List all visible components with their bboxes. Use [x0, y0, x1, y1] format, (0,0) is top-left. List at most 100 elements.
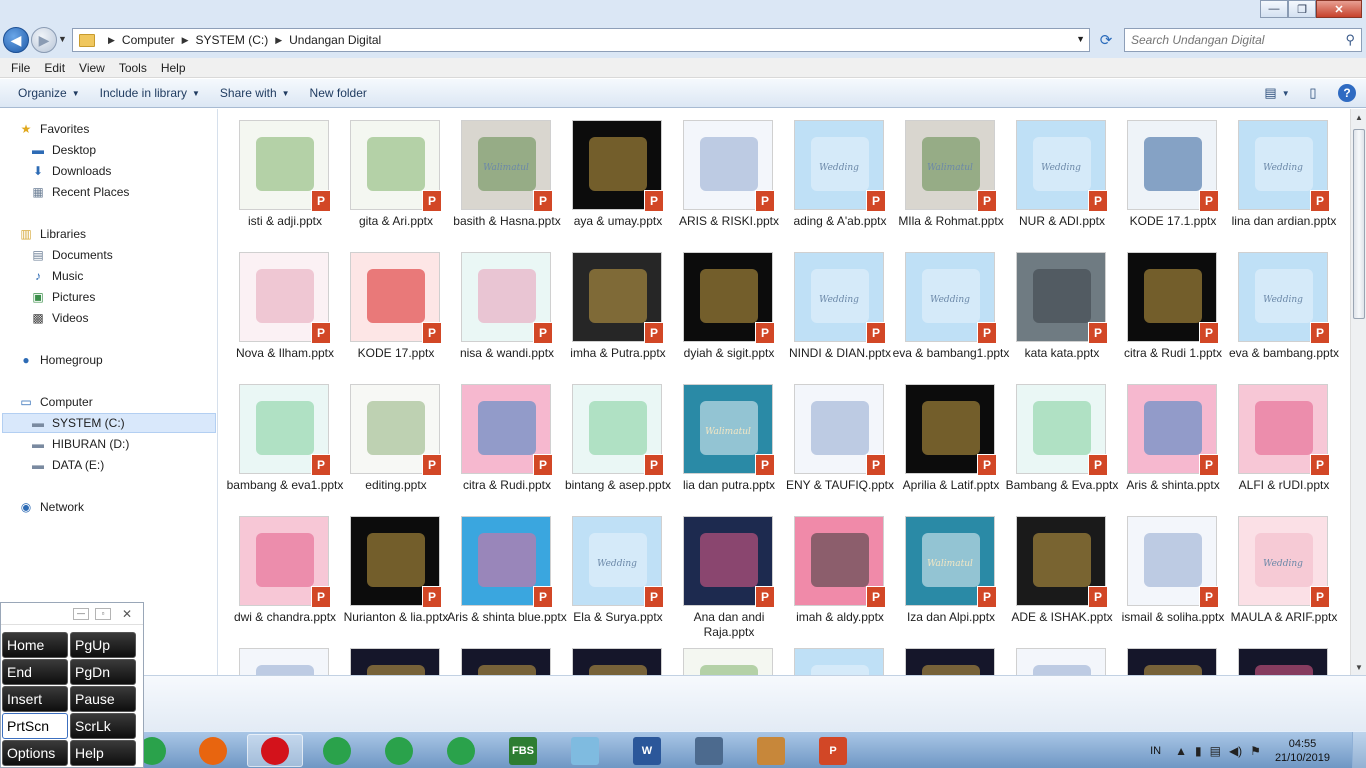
file-item[interactable]: Pbintang & asep.pptx [556, 374, 671, 502]
scroll-up-icon[interactable]: ▲ [1351, 109, 1366, 125]
network-tray-icon[interactable]: ▤ [1210, 744, 1221, 758]
nav-computer[interactable]: ▭ Computer [18, 392, 92, 412]
file-item[interactable]: P ADE & ISHAK.pptx [1000, 506, 1113, 634]
menu-tools[interactable]: Tools [112, 61, 154, 75]
scrollbar-thumb[interactable] [1353, 129, 1365, 319]
file-item[interactable]: P [1222, 638, 1328, 675]
forward-button[interactable]: ▶ [31, 27, 57, 53]
menu-file[interactable]: File [4, 61, 37, 75]
osk-key-home[interactable]: Home [2, 632, 68, 658]
file-item[interactable]: Pcitra & Rudi 1.pptx [1111, 242, 1222, 370]
close-button[interactable]: ✕ [1316, 0, 1362, 18]
osk-maximize-button[interactable]: ▫ [95, 607, 111, 620]
taskbar-app-button[interactable] [309, 734, 365, 767]
nav-network[interactable]: ◉ Network [18, 497, 84, 517]
osk-key-help[interactable]: Help [70, 740, 136, 766]
nav-music[interactable]: ♪ Music [30, 266, 83, 286]
search-input[interactable] [1131, 33, 1331, 47]
file-item[interactable]: Wedding P Ela & Surya.pptx [556, 506, 664, 634]
nav-data-drive[interactable]: ▬ DATA (E:) [30, 455, 104, 475]
file-item[interactable]: Pdwi & chandra.pptx [223, 506, 336, 634]
view-options-button[interactable]: ▤ ▼ [1264, 82, 1289, 104]
file-item[interactable]: P Aris & shinta blue.pptx [445, 506, 567, 634]
file-item[interactable]: Wedding P NUR & ADI.pptx [1000, 110, 1108, 238]
vertical-scrollbar[interactable]: ▲ ▼ [1350, 109, 1366, 675]
address-dropdown-icon[interactable]: ▼ [1076, 34, 1085, 44]
include-in-library-button[interactable]: Include in library ▼ [90, 86, 210, 100]
address-bar[interactable]: ▶ Computer ▶ SYSTEM (C:) ▶ Undangan Digi… [72, 28, 1090, 52]
nav-desktop[interactable]: ▬ Desktop [30, 140, 96, 160]
file-item[interactable]: Wedding Pading & A'ab.pptx [778, 110, 887, 238]
refresh-button[interactable]: ⟳ [1094, 28, 1118, 52]
file-item[interactable]: P Ana dan andi Raja.pptx [667, 506, 775, 639]
file-item[interactable]: P [223, 638, 329, 675]
osk-key-pgup[interactable]: PgUp [70, 632, 136, 658]
nav-pictures[interactable]: ▣ Pictures [30, 287, 95, 307]
file-item[interactable]: P [778, 638, 884, 675]
osk-key-end[interactable]: End [2, 659, 68, 685]
clock[interactable]: 04:55 21/10/2019 [1275, 737, 1330, 765]
file-item[interactable]: Pismail & soliha.pptx [1111, 506, 1224, 634]
flag-icon[interactable]: ⚑ [1250, 744, 1261, 758]
file-item[interactable]: P [334, 638, 440, 675]
nav-hiburan-drive[interactable]: ▬ HIBURAN (D:) [30, 434, 129, 454]
taskbar-app-button[interactable] [247, 734, 303, 767]
nav-documents[interactable]: ▤ Documents [30, 245, 112, 265]
volume-icon[interactable]: ◀) [1229, 744, 1242, 758]
file-item[interactable]: P [556, 638, 662, 675]
search-box[interactable]: ⚲ [1124, 28, 1362, 52]
nav-videos[interactable]: ▩ Videos [30, 308, 88, 328]
file-item[interactable]: P Nurianton & lia.pptx [334, 506, 448, 634]
organize-button[interactable]: Organize ▼ [8, 86, 90, 100]
file-item[interactable]: P KODE 17.1.pptx [1111, 110, 1219, 238]
chevron-right-icon[interactable]: ▶ [182, 35, 189, 46]
show-desktop-button[interactable] [1352, 732, 1366, 768]
osk-key-pause[interactable]: Pause [70, 686, 136, 712]
file-item[interactable]: P [1000, 638, 1106, 675]
file-item[interactable]: P [889, 638, 995, 675]
file-item[interactable]: Pnisa & wandi.pptx [445, 242, 554, 370]
share-with-button[interactable]: Share with ▼ [210, 86, 300, 100]
osk-key-pgdn[interactable]: PgDn [70, 659, 136, 685]
file-item[interactable]: P ALFI & rUDI.pptx [1222, 374, 1330, 502]
breadcrumb-system[interactable]: SYSTEM (C:) [196, 33, 269, 47]
file-item[interactable]: Wedding Peva & bambang1.pptx [889, 242, 1009, 370]
recent-pages-dropdown[interactable]: ▼ [58, 34, 67, 44]
language-indicator[interactable]: IN [1150, 745, 1161, 757]
taskbar-app-button[interactable] [433, 734, 489, 767]
power-icon[interactable]: ▮ [1195, 744, 1202, 758]
taskbar-app-button[interactable] [743, 734, 799, 767]
file-item[interactable]: P KODE 17.pptx [334, 242, 442, 370]
osk-key-scrlk[interactable]: ScrLk [70, 713, 136, 739]
menu-edit[interactable]: Edit [37, 61, 72, 75]
file-item[interactable]: Walimatul P Iza dan Alpi.pptx [889, 506, 997, 634]
show-hidden-icons-icon[interactable]: ▲ [1175, 744, 1187, 758]
new-folder-button[interactable]: New folder [300, 86, 377, 100]
taskbar-app-button[interactable] [371, 734, 427, 767]
maximize-button[interactable]: ❐ [1288, 0, 1316, 18]
chevron-right-icon[interactable]: ▶ [275, 35, 282, 46]
file-item[interactable]: Pisti & adji.pptx [223, 110, 331, 238]
file-item[interactable]: Walimatul Pbasith & Hasna.pptx [445, 110, 561, 238]
file-item[interactable]: Wedding P MAULA & ARIF.pptx [1222, 506, 1337, 634]
taskbar-app-button[interactable]: W [619, 734, 675, 767]
breadcrumb-current[interactable]: Undangan Digital [289, 33, 381, 47]
file-item[interactable]: Wedding Peva & bambang.pptx [1222, 242, 1339, 370]
file-item[interactable]: Paya & umay.pptx [556, 110, 664, 238]
file-item[interactable]: Pgita & Ari.pptx [334, 110, 442, 238]
file-item[interactable]: Walimatul Plia dan putra.pptx [667, 374, 775, 502]
file-item[interactable]: P ARIS & RISKI.pptx [667, 110, 779, 238]
menu-help[interactable]: Help [154, 61, 193, 75]
file-item[interactable]: Pcitra & Rudi.pptx [445, 374, 553, 502]
file-item[interactable]: P [445, 638, 551, 675]
nav-favorites[interactable]: ★ Favorites [18, 119, 90, 139]
file-item[interactable]: Wedding Plina dan ardian.pptx [1222, 110, 1336, 238]
taskbar-app-button[interactable] [681, 734, 737, 767]
file-item[interactable]: Pkata kata.pptx [1000, 242, 1108, 370]
osk-key-options[interactable]: Options [2, 740, 68, 766]
osk-minimize-button[interactable]: — [73, 607, 89, 620]
scroll-down-icon[interactable]: ▼ [1351, 659, 1366, 675]
preview-pane-button[interactable]: ▯ [1302, 82, 1324, 104]
file-item[interactable]: P [667, 638, 773, 675]
osk-close-button[interactable]: ✕ [117, 607, 137, 621]
